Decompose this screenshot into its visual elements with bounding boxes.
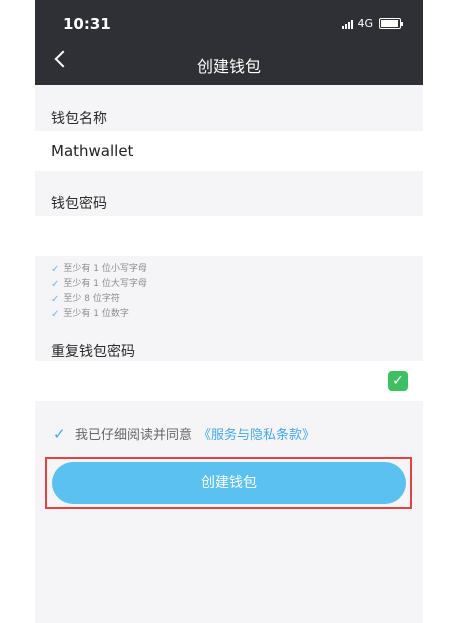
agreement-text: 我已仔细阅读并同意 <box>75 428 193 443</box>
create-wallet-button[interactable]: 创建钱包 <box>52 462 406 504</box>
checkmark-icon: ✓ <box>51 264 60 275</box>
terms-link[interactable]: 《服务与隐私条款》 <box>198 424 315 443</box>
match-check-icon: ✓ <box>388 371 408 391</box>
status-time: 10:31 <box>63 15 111 33</box>
rule-item: ✓ 至少有 1 位数字 <box>51 309 129 320</box>
agree-checkbox-icon[interactable]: ✓ <box>53 426 69 442</box>
repeat-password-label: 重复钱包密码 <box>51 344 135 360</box>
page-title: 创建钱包 <box>196 57 261 76</box>
battery-icon <box>379 18 403 29</box>
password-rules: ✓ 至少有 1 位小写字母 ✓ 至少有 1 位大写字母 ✓ 至少 8 位字符 ✓… <box>51 262 147 322</box>
checkmark-icon: ✓ <box>51 294 60 305</box>
network-label: 4G <box>357 17 373 30</box>
status-bar-right: 4G <box>342 17 403 30</box>
rule-item: ✓ 至少有 1 位小写字母 <box>51 264 147 275</box>
signal-icon <box>342 19 354 29</box>
agreement: ✓ 我已仔细阅读并同意 《服务与隐私条款》 <box>53 424 315 444</box>
top-bar: 10:31 4G 创建钱包 <box>35 0 423 85</box>
wallet-name-label: 钱包名称 <box>51 111 107 127</box>
phone-screen: 10:31 4G 创建钱包 钱包名称 Mathwallet 钱包密码 ✓ 至少有… <box>35 0 423 623</box>
rule-item: ✓ 至少 8 位字符 <box>51 294 120 305</box>
wallet-password-input[interactable] <box>35 216 423 256</box>
wallet-name-value: Mathwallet <box>51 142 134 160</box>
wallet-password-label: 钱包密码 <box>51 196 107 212</box>
checkmark-icon: ✓ <box>51 279 60 290</box>
wallet-name-input[interactable]: Mathwallet <box>35 131 423 171</box>
repeat-password-input[interactable] <box>35 361 423 401</box>
checkmark-icon: ✓ <box>51 309 60 320</box>
rule-item: ✓ 至少有 1 位大写字母 <box>51 279 147 290</box>
